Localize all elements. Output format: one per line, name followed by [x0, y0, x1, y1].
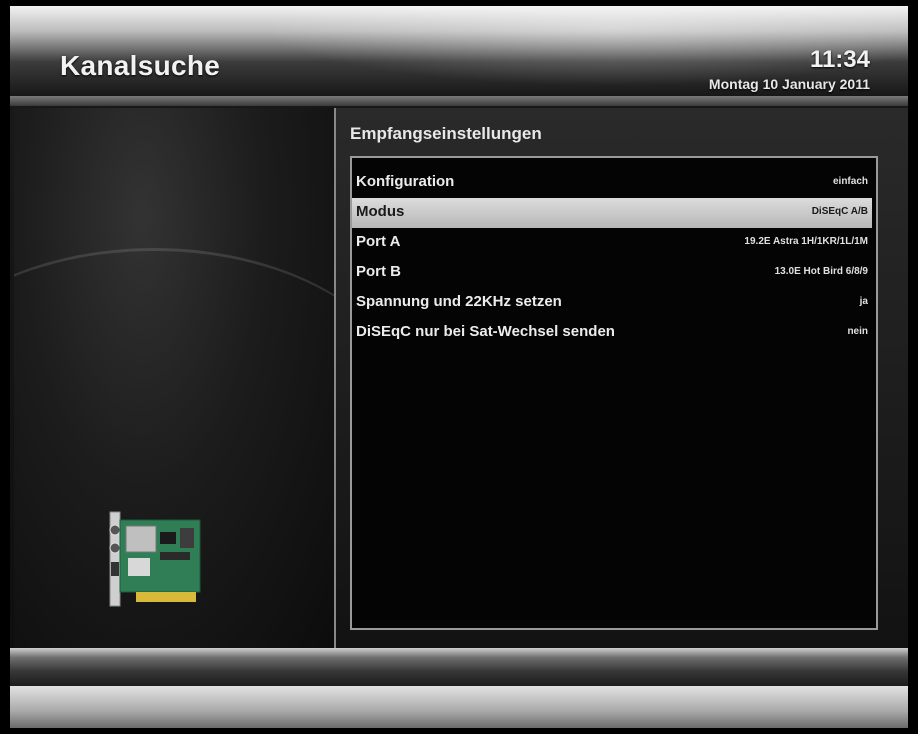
- menu-item-label: DiSEqC nur bei Sat-Wechsel senden: [356, 323, 615, 340]
- header: Kanalsuche 11:34 Montag 10 January 2011: [10, 6, 908, 96]
- menu-item-value: 13.0E Hot Bird 6/8/9: [774, 266, 868, 277]
- menu-item-port-a[interactable]: Port A 19.2E Astra 1H/1KR/1L/1M: [352, 228, 872, 258]
- menu-item-label: Port A: [356, 233, 401, 250]
- menu-item-value: einfach: [832, 176, 868, 187]
- settings-menu: Konfiguration einfach Modus DiSEqC A/B P…: [350, 156, 878, 630]
- footer-bar: [10, 648, 908, 686]
- section-title: Empfangseinstellungen: [350, 124, 542, 143]
- footer: [10, 686, 908, 728]
- menu-item-value: ja: [859, 296, 868, 307]
- left-info-panel: [14, 108, 336, 648]
- menu-item-diseqc-nur[interactable]: DiSEqC nur bei Sat-Wechsel senden nein: [352, 318, 872, 348]
- menu-item-label: Modus: [356, 203, 405, 220]
- clock-time: 11:34: [809, 46, 870, 73]
- tuner-card-icon: [96, 498, 206, 618]
- header-divider: [10, 96, 908, 106]
- menu-item-port-b[interactable]: Port B 13.0E Hot Bird 6/8/9: [352, 258, 872, 288]
- menu-item-value: 19.2E Astra 1H/1KR/1L/1M: [744, 236, 868, 247]
- settings-panel: Empfangseinstellungen Konfiguration einf…: [336, 108, 908, 648]
- tv-screen: Kanalsuche 11:34 Montag 10 January 2011: [0, 0, 918, 734]
- page-title: Kanalsuche: [60, 50, 221, 81]
- menu-item-value: nein: [847, 326, 868, 337]
- menu-item-label: Konfiguration: [356, 173, 455, 190]
- menu-item-label: Port B: [356, 263, 401, 280]
- menu-item-label: Spannung und 22KHz setzen: [356, 293, 562, 310]
- ui-frame: Kanalsuche 11:34 Montag 10 January 2011: [10, 6, 908, 728]
- menu-item-konfiguration[interactable]: Konfiguration einfach: [352, 168, 872, 198]
- menu-item-modus[interactable]: Modus DiSEqC A/B: [352, 198, 872, 228]
- clock-date: Montag 10 January 2011: [708, 76, 870, 92]
- menu-item-value: DiSEqC A/B: [811, 206, 868, 217]
- menu-item-spannung[interactable]: Spannung und 22KHz setzen ja: [352, 288, 872, 318]
